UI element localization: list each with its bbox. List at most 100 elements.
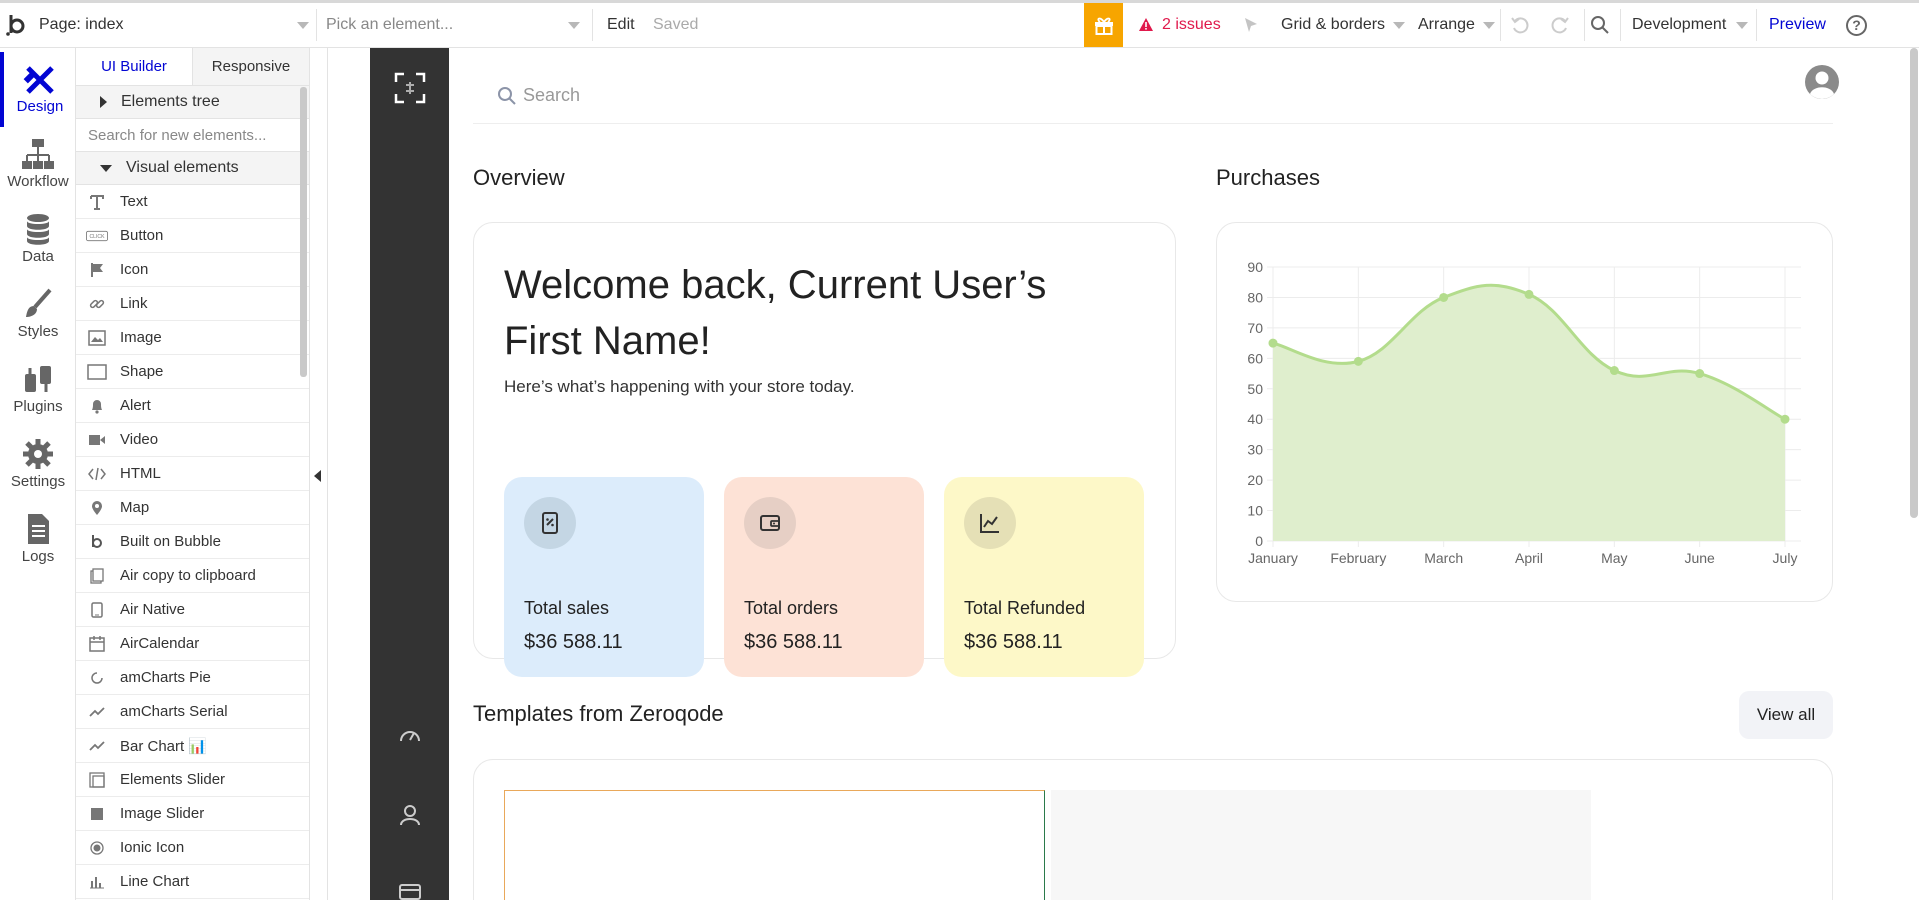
stat-card-total-sales[interactable]: Total sales $36 588.11 <box>504 477 704 677</box>
element-item-image[interactable]: Image <box>76 321 309 355</box>
flag-icon <box>86 261 108 279</box>
plug-icon <box>25 366 51 392</box>
element-item-icon[interactable]: Icon <box>76 253 309 287</box>
radio-icon <box>86 839 108 857</box>
data-point[interactable] <box>1609 366 1619 376</box>
card-icon[interactable] <box>399 884 421 900</box>
rail-item-logs[interactable]: Logs <box>0 502 76 577</box>
x-tick-label: March <box>1424 550 1463 566</box>
element-item-air-copy-to-clipboard[interactable]: Air copy to clipboard <box>76 559 309 593</box>
element-item-air-native[interactable]: Air Native <box>76 593 309 627</box>
database-icon <box>27 214 49 245</box>
chevron-down-icon <box>297 21 309 29</box>
y-tick-label: 20 <box>1247 472 1263 488</box>
app-search-bar[interactable]: Search <box>473 64 1833 124</box>
element-item-map[interactable]: Map <box>76 491 309 525</box>
map-pin-icon <box>86 499 108 517</box>
redo-icon[interactable] <box>1550 3 1570 47</box>
element-item-built-on-bubble[interactable]: Built on Bubble <box>76 525 309 559</box>
data-point[interactable] <box>1439 292 1449 302</box>
stat-card-total-orders[interactable]: Total orders $36 588.11 <box>724 477 924 677</box>
svg-text:CLICK: CLICK <box>90 234 106 240</box>
element-picker[interactable]: Pick an element... <box>326 3 580 47</box>
template-item[interactable] <box>1051 790 1591 900</box>
data-point[interactable] <box>1268 338 1278 348</box>
element-item-bar-chart[interactable]: Bar Chart 📊 <box>76 729 309 763</box>
element-item-label: Ionic Icon <box>120 839 185 856</box>
rail-item-workflow[interactable]: Workflow <box>0 127 76 202</box>
collapse-arrow-icon <box>314 470 321 482</box>
x-tick-label: April <box>1515 550 1543 566</box>
text-icon <box>86 193 108 211</box>
tab-responsive[interactable]: Responsive <box>193 48 309 85</box>
rail-item-settings[interactable]: Settings <box>0 427 76 502</box>
rail-item-label: Settings <box>10 473 66 490</box>
data-point[interactable] <box>1353 356 1363 366</box>
rail-item-plugins[interactable]: Plugins <box>0 352 76 427</box>
element-search-input[interactable]: Search for new elements... <box>76 119 309 152</box>
element-item-shape[interactable]: Shape <box>76 355 309 389</box>
rail-item-data[interactable]: Data <box>0 202 76 277</box>
element-item-aircalendar[interactable]: AirCalendar <box>76 627 309 661</box>
calendar-icon <box>86 635 108 653</box>
element-item-link[interactable]: Link <box>76 287 309 321</box>
element-item-text[interactable]: Text <box>76 185 309 219</box>
data-point[interactable] <box>1695 369 1705 379</box>
edit-button[interactable]: Edit <box>607 3 635 47</box>
stat-card-total-refunded[interactable]: Total Refunded $36 588.11 <box>944 477 1144 677</box>
tab-ui-builder[interactable]: UI Builder <box>76 48 193 85</box>
element-item-ionic-icon[interactable]: Ionic Icon <box>76 831 309 865</box>
y-tick-label: 70 <box>1247 320 1263 336</box>
data-point[interactable] <box>1780 414 1790 424</box>
clipboard-icon <box>86 567 108 585</box>
avatar[interactable] <box>1804 64 1840 100</box>
element-item-elements-slider[interactable]: Elements Slider <box>76 763 309 797</box>
rail-item-label: Data <box>22 248 54 265</box>
pointer-icon[interactable] <box>1242 3 1260 47</box>
element-item-amcharts-pie[interactable]: amCharts Pie <box>76 661 309 695</box>
bar-icon <box>86 873 108 891</box>
panel-scrollbar[interactable] <box>300 87 307 377</box>
element-item-image-slider[interactable]: Image Slider <box>76 797 309 831</box>
arrange-label: Arrange <box>1418 16 1475 33</box>
warning-icon <box>1139 18 1153 31</box>
element-item-html[interactable]: HTML <box>76 457 309 491</box>
element-item-button[interactable]: CLICK Button <box>76 219 309 253</box>
preview-link[interactable]: Preview <box>1769 3 1826 47</box>
panel-collapse-handle[interactable] <box>310 48 328 900</box>
arrange-menu[interactable]: Arrange <box>1418 3 1495 47</box>
data-point[interactable] <box>1524 289 1534 299</box>
visual-elements-header[interactable]: Visual elements <box>76 152 309 185</box>
rail-item-styles[interactable]: Styles <box>0 277 76 352</box>
element-item-amcharts-serial[interactable]: amCharts Serial <box>76 695 309 729</box>
chevron-down-icon <box>568 21 580 29</box>
dashboard-icon[interactable] <box>399 725 421 747</box>
element-item-label: Bar Chart 📊 <box>120 737 208 755</box>
gift-icon <box>1094 17 1113 35</box>
wallet-icon <box>760 515 780 531</box>
phone-icon <box>86 601 108 619</box>
element-item-line-chart[interactable]: Line Chart <box>76 865 309 899</box>
view-all-button[interactable]: View all <box>1739 691 1833 739</box>
canvas-scrollbar[interactable] <box>1910 48 1918 518</box>
template-item[interactable] <box>504 790 1045 900</box>
search-icon[interactable] <box>1590 3 1610 47</box>
bubble-editor: Page: index Pick an element... Edit Save… <box>0 0 1919 900</box>
element-item-alert[interactable]: Alert <box>76 389 309 423</box>
help-button[interactable]: ? <box>1846 3 1867 47</box>
grid-borders-menu[interactable]: Grid & borders <box>1281 3 1406 47</box>
elements-tree-label: Elements tree <box>121 93 220 110</box>
page-selector[interactable]: Page: index <box>39 3 309 47</box>
environment-selector[interactable]: Development <box>1632 3 1749 47</box>
fullscreen-icon[interactable] <box>394 72 426 104</box>
undo-icon[interactable] <box>1510 3 1530 47</box>
elements-tree-header[interactable]: Elements tree <box>76 86 309 119</box>
design-icon <box>23 66 54 94</box>
element-item-video[interactable]: Video <box>76 423 309 457</box>
issues-indicator[interactable]: 2 issues <box>1138 3 1221 47</box>
gift-button[interactable] <box>1084 3 1123 47</box>
element-item-label: AirCalendar <box>120 635 200 652</box>
rail-item-design[interactable]: Design <box>0 52 76 127</box>
bubble-logo-icon[interactable] <box>6 3 30 47</box>
user-icon[interactable] <box>399 804 421 826</box>
